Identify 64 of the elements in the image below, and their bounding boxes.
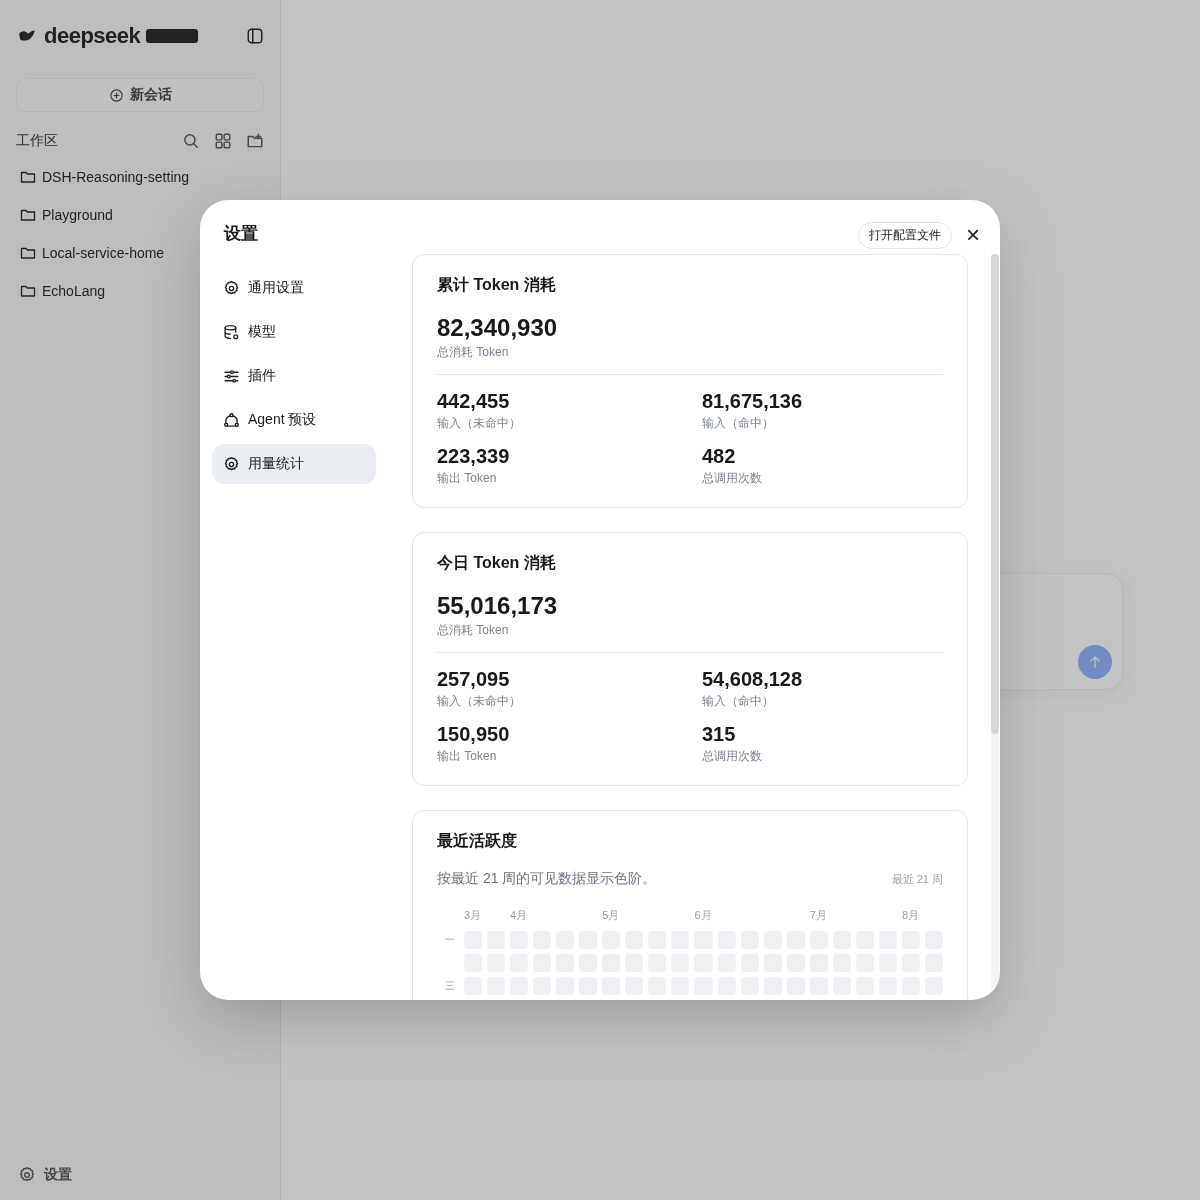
total-label: 总消耗 Token	[437, 344, 510, 361]
settings-nav-item[interactable]: 模型	[212, 312, 376, 352]
settings-link[interactable]: 设置	[18, 1166, 264, 1184]
search-icon[interactable]	[182, 132, 200, 150]
folder-icon	[20, 169, 36, 185]
stat-value: 81,675,136	[702, 389, 804, 414]
settings-nav-item[interactable]: 用量统计	[212, 444, 376, 484]
section-title: 工作区	[16, 132, 58, 150]
folder-item[interactable]: DSH-Reasoning-setting	[16, 166, 264, 188]
open-config-button[interactable]: 打开配置文件	[858, 221, 952, 249]
scrollbar-thumb[interactable]	[991, 254, 999, 734]
total-value: 55,016,173	[437, 591, 559, 621]
stat-label: 总调用次数	[702, 470, 763, 487]
card-title: 累计 Token 消耗	[437, 275, 557, 295]
gear-icon	[18, 1166, 36, 1184]
stat-value: 54,608,128	[702, 667, 804, 692]
month-label: 8月	[901, 908, 920, 923]
stat-label: 总调用次数	[702, 748, 763, 765]
month-label: 4月	[510, 908, 529, 923]
new-folder-icon[interactable]	[246, 132, 264, 150]
settings-nav-item[interactable]: 通用设置	[212, 268, 376, 308]
gear-icon	[223, 455, 240, 473]
sliders-icon	[223, 367, 240, 385]
cycle-icon	[223, 411, 240, 429]
grid-icon[interactable]	[214, 132, 232, 150]
folder-item[interactable]: Playground	[16, 204, 264, 226]
plus-circle-icon	[108, 87, 124, 103]
card-title: 今日 Token 消耗	[437, 553, 557, 573]
folder-icon	[20, 283, 36, 299]
stat-value: 223,339	[437, 444, 511, 469]
stat-value: 482	[702, 444, 737, 469]
total-value: 82,340,930	[437, 313, 559, 343]
stat-label: 输入（未命中）	[437, 415, 522, 432]
sidebar-toggle-icon[interactable]	[246, 27, 264, 45]
month-label: 7月	[809, 908, 828, 923]
stat-label: 输出 Token	[437, 470, 498, 487]
range-label: 最近 21 周	[891, 872, 943, 887]
settings-nav-item[interactable]: Agent 预设	[212, 400, 376, 440]
stat-value: 150,950	[437, 722, 511, 747]
close-button[interactable]: ×	[962, 223, 984, 247]
month-label: 5月	[602, 908, 621, 923]
total-label: 总消耗 Token	[437, 622, 510, 639]
gear-icon	[223, 279, 240, 297]
month-label: 6月	[694, 908, 713, 923]
brand-badge	[146, 29, 199, 43]
folder-icon	[20, 207, 36, 223]
stat-label: 输入（未命中）	[437, 693, 522, 710]
stat-label: 输出 Token	[437, 748, 498, 765]
dialog-title: 设置	[222, 223, 259, 245]
stat-value: 257,095	[437, 667, 511, 692]
folder-item[interactable]: Local-service-home	[16, 242, 264, 264]
new-chat-button[interactable]: 新会话	[16, 78, 264, 112]
folder-icon	[20, 245, 36, 261]
stat-label: 输入（命中）	[702, 693, 775, 710]
stat-value: 315	[702, 722, 737, 747]
database-icon	[223, 323, 240, 341]
card-title: 最近活跃度	[437, 831, 518, 851]
month-label: 3月	[464, 908, 483, 923]
stat-value: 442,455	[437, 389, 511, 414]
description-text: 按最近 21 周的可见数据显示色阶。	[437, 870, 657, 888]
settings-nav-item[interactable]: 插件	[212, 356, 376, 396]
brand-name: deepseek	[44, 23, 141, 49]
weekday-label: 三	[444, 979, 456, 993]
stat-label: 输入（命中）	[702, 415, 775, 432]
